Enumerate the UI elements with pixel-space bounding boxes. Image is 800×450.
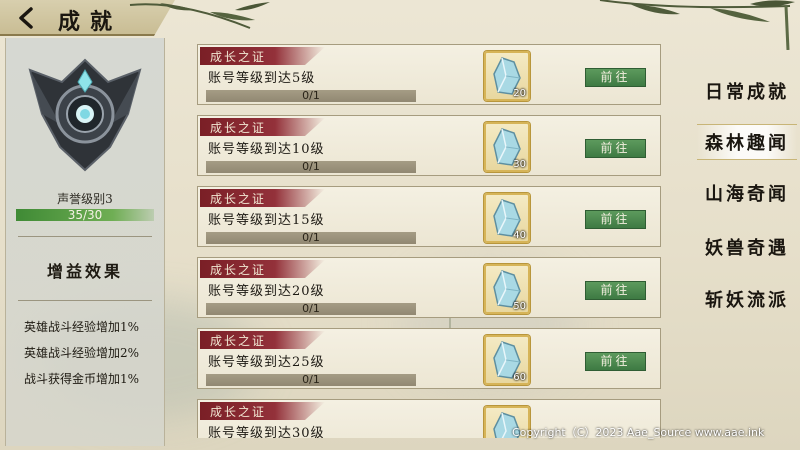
- achievement-card: 成长之证 账号等级到达5级 0/1 20 前往: [197, 44, 661, 105]
- reward-count: 50: [513, 301, 526, 312]
- achievement-tag-label: 成长之证: [210, 192, 267, 206]
- go-button[interactable]: 前往: [585, 210, 646, 229]
- achievement-card: 成长之证 账号等级到达10级 0/1 30 前往: [197, 115, 661, 176]
- reward-item[interactable]: 50: [484, 264, 530, 314]
- reward-item[interactable]: 30: [484, 122, 530, 172]
- go-button[interactable]: 前往: [585, 281, 646, 300]
- achievement-description: 账号等级到达25级: [208, 355, 325, 370]
- chevron-left-icon: [19, 7, 33, 29]
- achievement-card: 成长之证 账号等级到达20级 0/1 50 前往: [197, 257, 661, 318]
- achievement-tag-label: 成长之证: [210, 263, 267, 277]
- achievement-tag: 成长之证: [200, 47, 325, 65]
- divider: [18, 300, 152, 301]
- tab-demon-slayer-school[interactable]: 斩妖流派: [697, 282, 797, 316]
- tab-daily-achievements[interactable]: 日常成就: [697, 74, 797, 108]
- reward-count: 20: [513, 88, 526, 99]
- achievement-progress-text: 0/1: [302, 160, 320, 173]
- achievement-progress-text: 0/1: [302, 231, 320, 244]
- back-button[interactable]: [14, 6, 40, 30]
- bamboo-decoration-right: [599, 0, 795, 50]
- achievement-progress-bar: 0/1: [206, 89, 416, 102]
- achievement-tag: 成长之证: [200, 118, 325, 136]
- bonus-title: 增益效果: [46, 262, 123, 281]
- reputation-emblem-icon: [28, 58, 142, 172]
- achievement-progress-text: 0/1: [302, 302, 320, 315]
- achievement-card: 成长之证 账号等级到达25级 0/1 60 前往: [197, 328, 661, 389]
- achievement-tag: 成长之证: [200, 331, 325, 349]
- bamboo-decoration-left: [129, 2, 270, 29]
- achievement-tag-label: 成长之证: [210, 334, 267, 348]
- achievement-description: 账号等级到达15级: [208, 213, 325, 228]
- watermark: Copyright（C）2023 Aae_Source www.aae.ink: [512, 426, 765, 439]
- tab-forest-tales[interactable]: 森林趣闻: [697, 124, 797, 160]
- go-button[interactable]: 前往: [585, 139, 646, 158]
- tab-mountain-sea-tales[interactable]: 山海奇闻: [697, 176, 797, 210]
- achievement-tag-label: 成长之证: [210, 405, 267, 419]
- achievement-card: 成长之证 账号等级到达15级 0/1 40 前往: [197, 186, 661, 247]
- go-button[interactable]: 前往: [585, 68, 646, 87]
- achievement-tag-label: 成长之证: [210, 50, 267, 64]
- achievement-description: 账号等级到达30级: [208, 426, 325, 438]
- reputation-progress-text: 35/30: [67, 208, 103, 222]
- achievement-progress-bar: 0/1: [206, 302, 416, 315]
- achievement-description: 账号等级到达10级: [208, 142, 325, 157]
- top-bar: 成就: [0, 0, 800, 50]
- reward-count: 30: [513, 159, 526, 170]
- go-button[interactable]: 前往: [585, 352, 646, 371]
- reward-count: 60: [513, 372, 526, 383]
- reward-item[interactable]: 20: [484, 51, 530, 101]
- achievement-description: 账号等级到达20级: [208, 284, 325, 299]
- achievement-tag-label: 成长之证: [210, 121, 267, 135]
- achievement-tag: 成长之证: [200, 402, 325, 420]
- reward-item[interactable]: 40: [484, 193, 530, 243]
- bonus-item: 战斗获得金币增加1%: [24, 372, 140, 386]
- achievement-tag: 成长之证: [200, 189, 325, 207]
- reward-count: 40: [513, 230, 526, 241]
- reputation-progress-bar: 35/30: [16, 208, 154, 222]
- tab-demon-encounters[interactable]: 妖兽奇遇: [697, 230, 797, 264]
- achievement-tag: 成长之证: [200, 260, 325, 278]
- bonus-item: 英雄战斗经验增加2%: [24, 346, 140, 360]
- achievement-description: 账号等级到达5级: [208, 71, 316, 86]
- achievement-progress-text: 0/1: [302, 89, 320, 102]
- achievement-progress-bar: 0/1: [206, 373, 416, 386]
- achievement-progress-bar: 0/1: [206, 160, 416, 173]
- bonus-item: 英雄战斗经验增加1%: [24, 320, 140, 334]
- reputation-level: 声誉级别3: [57, 192, 113, 206]
- divider: [18, 236, 152, 237]
- achievement-list[interactable]: 成长之证 账号等级到达5级 0/1 20 前往 成长之证 账号等级到达10级 0…: [197, 44, 661, 438]
- reward-item[interactable]: 60: [484, 335, 530, 385]
- reputation-panel: 声誉级别3 35/30 增益效果 英雄战斗经验增加1% 英雄战斗经验增加2% 战…: [5, 38, 165, 446]
- achievement-progress-bar: 0/1: [206, 231, 416, 244]
- achievement-progress-text: 0/1: [302, 373, 320, 386]
